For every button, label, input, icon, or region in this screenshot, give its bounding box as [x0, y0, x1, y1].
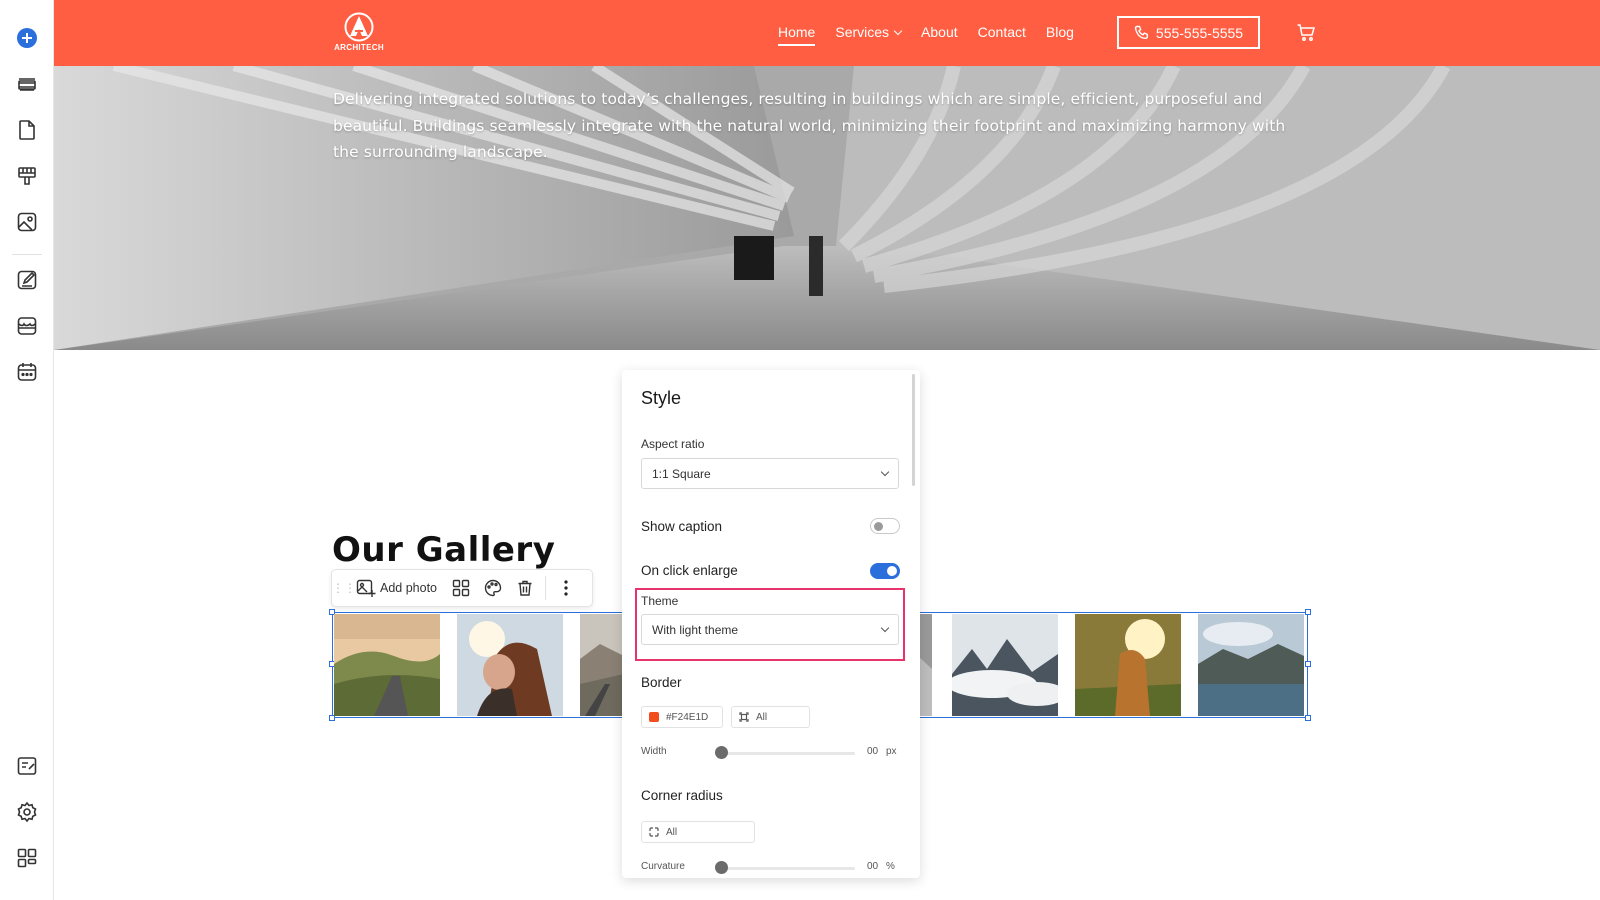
border-color-swatch — [649, 712, 659, 722]
aspect-ratio-label: Aspect ratio — [641, 437, 705, 451]
phone-icon — [1134, 25, 1148, 39]
toggle-knob — [874, 521, 883, 531]
logo-text: ARCHITECH — [334, 43, 384, 52]
theme-value: With light theme — [652, 622, 739, 637]
curvature-slider-track[interactable] — [715, 867, 855, 870]
store-icon[interactable] — [15, 314, 39, 338]
aspect-ratio-select[interactable]: 1:1 Square — [641, 458, 899, 489]
width-slider-knob[interactable] — [715, 746, 728, 759]
calendar-icon[interactable] — [15, 360, 39, 384]
theme-label: Theme — [641, 594, 679, 608]
gallery-photo-misty-peaks[interactable] — [952, 614, 1058, 716]
add-photo-button[interactable]: Add photo — [350, 578, 445, 598]
corner-sides-value: All — [666, 826, 678, 838]
corner-radius-label: Corner radius — [641, 788, 723, 803]
curvature-value: 00 — [867, 861, 879, 872]
curvature-unit: % — [886, 861, 895, 872]
theme-select[interactable]: With light theme — [641, 614, 899, 645]
marketing-icon[interactable] — [15, 754, 39, 778]
style-panel: Style Aspect ratio 1:1 Square Show capti… — [622, 370, 920, 878]
show-caption-label: Show caption — [641, 519, 723, 534]
width-label: Width — [641, 746, 667, 757]
main-nav: Home Services About Contact Blog — [778, 24, 1094, 46]
aspect-ratio-value: 1:1 Square — [652, 466, 711, 481]
editor-sidebar — [0, 0, 54, 900]
border-color-value: #F24E1D — [666, 711, 709, 723]
curvature-slider-knob[interactable] — [715, 861, 728, 874]
on-click-enlarge-label: On click enlarge — [641, 563, 738, 578]
phone-button[interactable]: 555-555-5555 — [1117, 16, 1260, 49]
theme-icon[interactable] — [15, 164, 39, 188]
resize-handle-right[interactable] — [1305, 661, 1311, 667]
chevron-down-icon — [893, 26, 903, 36]
sidebar-divider — [12, 254, 42, 255]
phone-number: 555-555-5555 — [1155, 24, 1244, 41]
width-unit: px — [886, 746, 897, 757]
site-logo[interactable]: ARCHITECH — [332, 12, 386, 52]
site-header: ARCHITECH Home Services About Contact Bl… — [54, 0, 1600, 66]
nav-about[interactable]: About — [921, 24, 958, 40]
corner-sides-select[interactable]: All — [641, 821, 755, 843]
settings-icon[interactable] — [15, 800, 39, 824]
delete-icon[interactable] — [509, 569, 541, 607]
blog-icon[interactable] — [15, 268, 39, 292]
drag-handle-icon[interactable]: ⋮⋮ — [332, 581, 356, 595]
border-sides-icon — [739, 712, 749, 722]
show-caption-toggle[interactable] — [870, 518, 900, 534]
apps-icon[interactable] — [15, 846, 39, 870]
resize-handle-bottom-right[interactable] — [1305, 715, 1311, 721]
border-color-picker[interactable]: #F24E1D — [641, 706, 723, 728]
sections-icon[interactable] — [15, 72, 39, 96]
gallery-photo-mountain-road[interactable] — [580, 614, 624, 716]
chevron-down-icon — [880, 623, 890, 632]
more-options-icon[interactable] — [550, 569, 582, 607]
gallery-photo-lake-mountains[interactable] — [1198, 614, 1304, 716]
gallery-photo-couple-portrait[interactable] — [457, 614, 563, 716]
palette-icon[interactable] — [477, 569, 509, 607]
nav-contact[interactable]: Contact — [978, 24, 1026, 40]
border-label: Border — [641, 675, 682, 690]
chevron-down-icon — [880, 467, 890, 476]
width-value: 00 — [867, 746, 879, 757]
nav-blog[interactable]: Blog — [1046, 24, 1074, 40]
logo-icon — [344, 12, 374, 42]
add-photo-label: Add photo — [380, 581, 437, 595]
media-icon[interactable] — [15, 210, 39, 234]
on-click-enlarge-toggle[interactable] — [870, 563, 900, 579]
add-photo-icon — [356, 579, 376, 597]
hero-description: Delivering integrated solutions to today… — [333, 90, 1286, 161]
border-sides-value: All — [756, 711, 768, 723]
toggle-knob — [887, 566, 897, 576]
panel-scrollbar[interactable] — [912, 374, 915, 486]
resize-handle-top-right[interactable] — [1305, 609, 1311, 615]
nav-services[interactable]: Services — [835, 24, 903, 40]
cart-icon[interactable] — [1296, 22, 1316, 47]
panel-title: Style — [641, 388, 682, 408]
gallery-title: Our Gallery — [332, 530, 556, 570]
pages-icon[interactable] — [15, 118, 39, 142]
curvature-label: Curvature — [641, 861, 685, 872]
nav-home[interactable]: Home — [778, 24, 816, 46]
corner-sides-icon — [649, 827, 659, 837]
gallery-photo-road-landscape[interactable] — [334, 614, 440, 716]
width-slider-track[interactable] — [715, 752, 855, 755]
toolbar-divider — [545, 576, 546, 600]
gallery-toolbar: ⋮⋮ Add photo — [331, 569, 593, 607]
border-sides-select[interactable]: All — [731, 706, 810, 728]
gallery-photo-woman-sunset[interactable] — [1075, 614, 1181, 716]
nav-services-label: Services — [835, 24, 890, 40]
layout-icon[interactable] — [445, 569, 477, 607]
add-icon[interactable] — [15, 26, 39, 50]
hero-section: Delivering integrated solutions to today… — [54, 66, 1600, 350]
